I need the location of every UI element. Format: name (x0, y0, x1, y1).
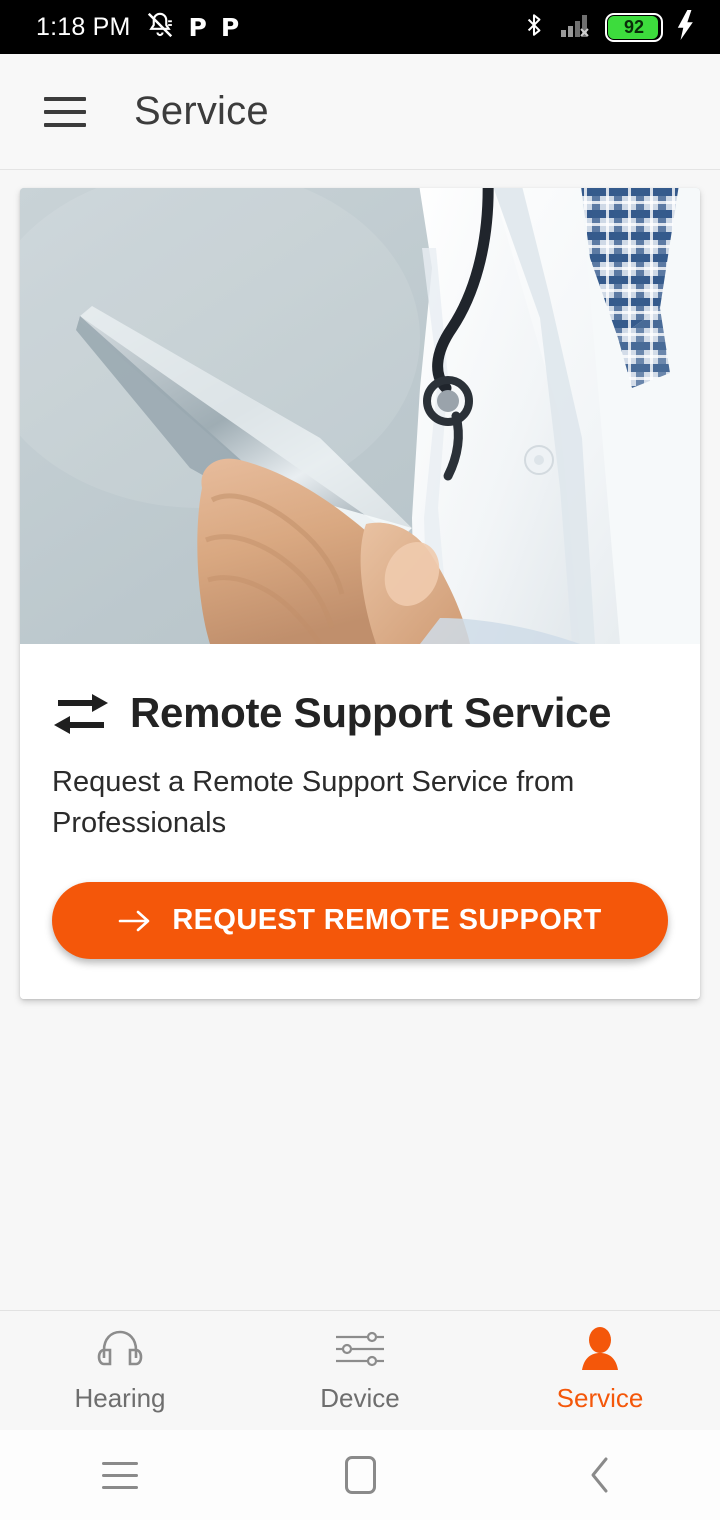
card-body: Remote Support Service Request a Remote … (20, 644, 700, 1000)
hamburger-line (44, 109, 86, 114)
app-bar: Service (0, 54, 720, 170)
tab-hearing[interactable]: Hearing (0, 1311, 240, 1430)
phone-screen: 1:18 PM P P 92 Service Remote Support Se… (0, 0, 720, 1520)
hamburger-menu-icon[interactable] (44, 96, 86, 127)
cellular-signal-off-icon (560, 11, 592, 44)
card-description: Request a Remote Support Service from Pr… (52, 766, 575, 840)
status-bar-clock: 1:18 PM (36, 12, 131, 41)
home-square-shape (344, 1456, 376, 1494)
back-chevron-icon[interactable] (540, 1430, 660, 1520)
hamburger-line (44, 96, 86, 101)
status-bar: 1:18 PM P P 92 (0, 0, 720, 54)
charging-bolt-icon (676, 9, 696, 45)
bottom-navigation: Hearing Device Service (0, 1310, 720, 1430)
recents-menu-icon[interactable] (60, 1430, 180, 1520)
tab-device[interactable]: Device (240, 1311, 480, 1430)
tab-service[interactable]: Service (480, 1311, 720, 1430)
p-app-icon: P (188, 12, 207, 42)
sliders-icon (332, 1327, 388, 1371)
page-title: Service (134, 89, 269, 133)
request-remote-support-button[interactable]: REQUEST REMOTE SUPPORT (52, 882, 668, 960)
recents-lines (102, 1461, 138, 1489)
person-icon (578, 1327, 622, 1371)
android-navigation-bar (0, 1430, 720, 1520)
card-title: Remote Support Service (130, 689, 612, 736)
status-bar-left: 1:18 PM P P (0, 10, 239, 45)
home-square-icon[interactable] (300, 1430, 420, 1520)
headphones-icon (94, 1327, 146, 1371)
tab-hearing-label: Hearing (74, 1383, 166, 1413)
card-title-row: Remote Support Service (52, 690, 668, 736)
hamburger-line (44, 122, 86, 127)
status-bar-right: 92 (521, 9, 720, 45)
doctor-with-tablet-photo (20, 188, 700, 644)
bluetooth-icon (521, 10, 547, 45)
tab-service-label: Service (556, 1383, 644, 1413)
compare-arrows-icon (52, 690, 110, 736)
battery-icon: 92 (605, 12, 663, 42)
request-remote-support-label: REQUEST REMOTE SUPPORT (172, 904, 602, 937)
hero-illustration (20, 188, 700, 644)
recents-line (102, 1485, 138, 1489)
remote-support-card[interactable]: Remote Support Service Request a Remote … (20, 188, 700, 1000)
recents-line (102, 1461, 138, 1465)
battery-percent: 92 (623, 16, 645, 37)
notifications-off-icon (145, 10, 175, 45)
recents-line (102, 1473, 138, 1477)
arrow-right-icon (118, 908, 152, 934)
p-app-icon: P (220, 12, 240, 42)
tab-device-label: Device (320, 1383, 400, 1413)
